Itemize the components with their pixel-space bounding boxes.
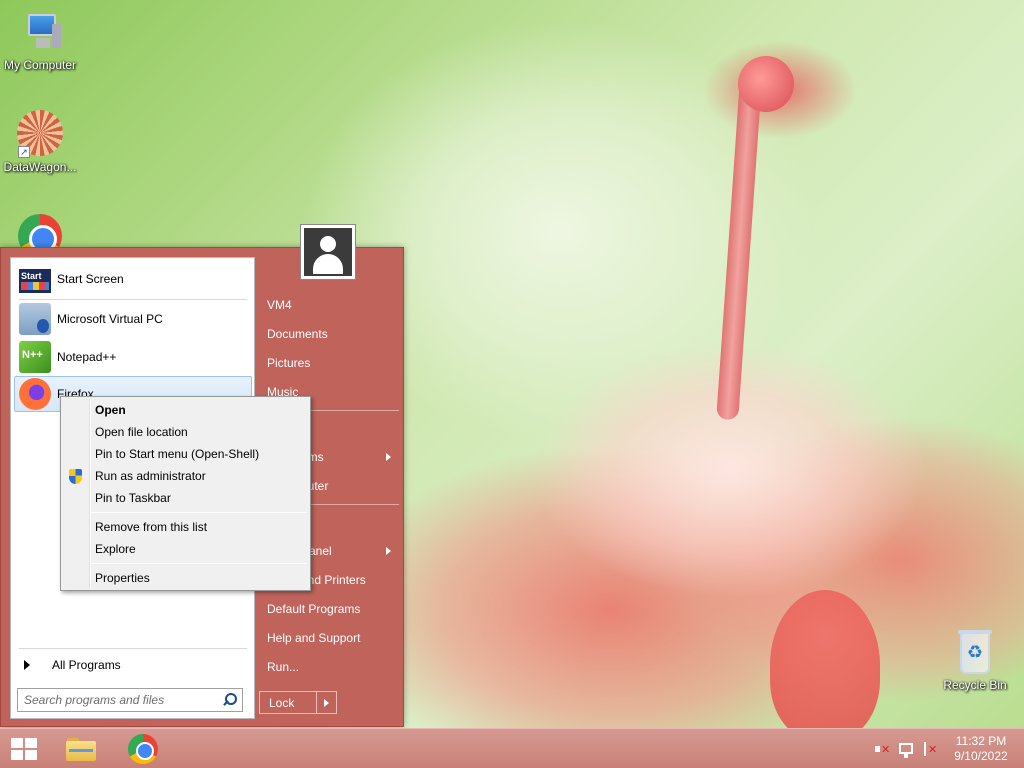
taskbar: 11:32 PM 9/10/2022	[0, 728, 1024, 768]
lock-label: Lock	[269, 695, 295, 710]
search-box	[17, 688, 243, 712]
volume-muted-icon[interactable]	[874, 741, 890, 757]
wallpaper-flower-stigma	[738, 56, 794, 112]
separator	[19, 648, 247, 649]
right-item-label: Default Programs	[267, 602, 361, 616]
context-item-run-as-admin[interactable]: Run as administrator	[63, 465, 308, 487]
lock-button[interactable]: Lock	[259, 691, 317, 714]
program-label: Notepad++	[57, 350, 117, 364]
chevron-right-icon	[386, 453, 391, 461]
separator	[19, 299, 247, 300]
right-item-label: Documents	[267, 327, 328, 341]
desktop-icon-label: Recycle Bin	[943, 678, 1007, 692]
context-item-pin-start-menu[interactable]: Pin to Start menu (Open-Shell)	[63, 443, 308, 465]
context-item-explore[interactable]: Explore	[63, 538, 308, 560]
clock-date: 9/10/2022	[954, 749, 1008, 763]
program-item-start-screen[interactable]: Start Start Screen	[14, 261, 252, 297]
virtual-pc-icon	[19, 303, 51, 335]
desktop-icon-datawagon[interactable]: ↗ DataWagon...	[0, 110, 80, 174]
program-label: Microsoft Virtual PC	[57, 312, 163, 326]
right-item-help-support[interactable]: Help and Support	[263, 625, 399, 651]
shortcut-arrow-icon: ↗	[18, 146, 30, 158]
wallpaper-flower-stem	[716, 79, 762, 421]
search-icon[interactable]	[220, 691, 238, 709]
right-item-run[interactable]: Run...	[263, 654, 399, 680]
context-item-label: Open file location	[95, 425, 188, 439]
context-item-label: Properties	[95, 571, 150, 585]
program-label: Start Screen	[57, 272, 124, 286]
shutdown-options-button[interactable]	[316, 691, 337, 714]
separator	[91, 512, 307, 513]
program-item-virtual-pc[interactable]: Microsoft Virtual PC	[14, 301, 252, 337]
user-avatar[interactable]	[300, 224, 356, 280]
desktop-icon-label: DataWagon...	[3, 160, 77, 174]
context-item-open-file-location[interactable]: Open file location	[63, 421, 308, 443]
action-center-flag-icon[interactable]	[922, 741, 938, 757]
separator	[91, 563, 307, 564]
computer-icon	[16, 8, 64, 56]
datawagon-icon: ↗	[16, 110, 64, 158]
context-item-remove-from-list[interactable]: Remove from this list	[63, 516, 308, 538]
recycle-bin-icon	[951, 630, 999, 676]
right-item-label: Run...	[267, 660, 300, 674]
start-button[interactable]	[10, 737, 38, 761]
clock-time: 11:32 PM	[955, 734, 1007, 748]
right-item-label: Help and Support	[267, 631, 361, 645]
clock[interactable]: 11:32 PM 9/10/2022	[946, 734, 1016, 764]
right-item-label: VM4	[267, 298, 292, 312]
taskbar-chrome[interactable]	[128, 734, 158, 764]
network-icon[interactable]	[899, 743, 913, 758]
context-item-label: Remove from this list	[95, 520, 208, 534]
desktop-icon-my-computer[interactable]: My Computer	[0, 8, 80, 72]
chrome-icon	[128, 734, 158, 764]
context-item-label: Pin to Taskbar	[95, 491, 171, 505]
desktop-icon-label: My Computer	[3, 58, 77, 72]
windows-logo-icon	[11, 738, 23, 748]
context-item-label: Run as administrator	[95, 469, 206, 483]
search-input[interactable]	[24, 693, 220, 707]
triangle-right-icon	[24, 660, 30, 670]
notepadpp-icon	[19, 341, 51, 373]
right-item-default-programs[interactable]: Default Programs	[263, 596, 399, 622]
firefox-icon	[19, 378, 51, 410]
context-item-pin-taskbar[interactable]: Pin to Taskbar	[63, 487, 308, 509]
context-menu: Open Open file location Pin to Start men…	[60, 396, 311, 591]
all-programs-button[interactable]: All Programs	[14, 653, 252, 677]
right-item-documents[interactable]: Documents	[263, 321, 399, 347]
context-item-label: Explore	[95, 542, 136, 556]
right-item-label: Pictures	[267, 356, 311, 370]
context-item-open[interactable]: Open	[63, 399, 308, 421]
desktop-icon-recycle-bin[interactable]: Recycle Bin	[935, 630, 1015, 692]
user-icon	[304, 228, 352, 276]
right-item-pictures[interactable]: Pictures	[263, 350, 399, 376]
program-item-notepadpp[interactable]: Notepad++	[14, 339, 252, 375]
context-item-properties[interactable]: Properties	[63, 567, 308, 589]
context-item-label: Pin to Start menu (Open-Shell)	[95, 447, 260, 461]
uac-shield-icon	[69, 469, 82, 484]
all-programs-label: All Programs	[52, 658, 121, 672]
context-item-label: Open	[95, 403, 126, 417]
chevron-right-icon	[386, 547, 391, 555]
right-item-vm4[interactable]: VM4	[263, 292, 399, 318]
taskbar-file-explorer[interactable]	[65, 735, 97, 763]
wallpaper-flower-petal	[770, 590, 880, 740]
start-screen-icon: Start	[19, 269, 51, 293]
